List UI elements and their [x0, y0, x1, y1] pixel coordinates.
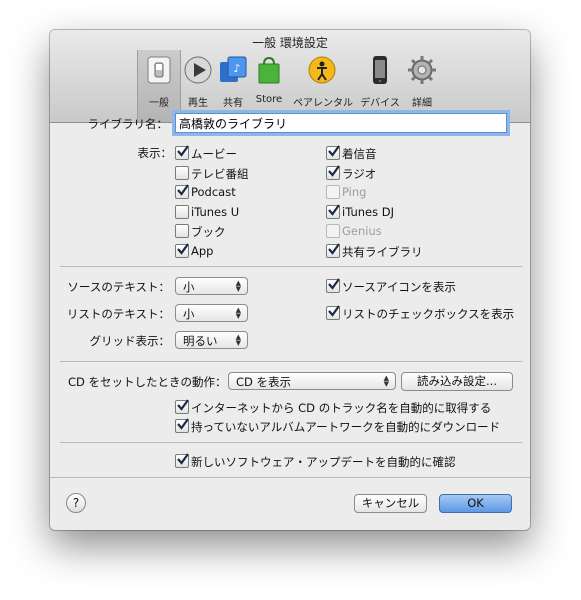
separator — [60, 361, 522, 362]
display-checkbox-label: App — [191, 243, 214, 258]
display-checkbox[interactable] — [175, 184, 189, 199]
checkmark-icon — [328, 145, 340, 157]
display-checkbox-label: 着信音 — [342, 147, 377, 161]
ok-button[interactable]: OK — [439, 494, 512, 513]
display-checkbox-label: ムービー — [191, 147, 237, 161]
checkmark-icon — [177, 184, 189, 196]
popup-arrows-icon: ▲ ▼ — [383, 374, 389, 388]
show-list-checkboxes-label: リストのチェックボックスを表示 — [342, 307, 515, 321]
window-title: 一般 環境設定 — [252, 36, 328, 50]
popup-arrows-icon: ▲ ▼ — [235, 306, 241, 320]
checkmark-icon — [328, 278, 340, 290]
tab-parental[interactable]: ペアレンタル — [293, 52, 353, 118]
display-checkbox-label: Podcast — [191, 185, 236, 199]
cd-action-popup[interactable]: CD を表示 ▲ ▼ — [228, 372, 396, 390]
source-text-value: 小 — [183, 280, 195, 294]
toolbar: 一般 環境設定 一般 再生 ♪ 共有 Store ペアレンタル デバイス 詳細 — [50, 30, 530, 123]
separator — [60, 266, 522, 267]
svg-text:♪: ♪ — [233, 62, 240, 75]
checkmark-icon — [177, 242, 189, 255]
checkmark-icon — [328, 242, 340, 255]
tab-store[interactable]: Store — [248, 52, 290, 118]
library-name-label: ライブラリ名： — [87, 117, 169, 131]
tab-advanced[interactable]: 詳細 — [401, 52, 443, 118]
parental-icon — [307, 55, 337, 85]
checkmark-icon — [328, 305, 340, 317]
store-bag-icon — [254, 55, 284, 85]
library-name-input[interactable] — [176, 114, 512, 132]
grid-popup[interactable]: 明るい ▲ ▼ — [175, 331, 248, 349]
display-checkbox[interactable] — [326, 203, 340, 219]
display-checkbox-label: 共有ライブラリ — [342, 244, 423, 259]
popup-arrows-icon: ▲ ▼ — [235, 279, 241, 293]
display-checkbox[interactable] — [326, 145, 340, 160]
display-checkbox[interactable] — [175, 165, 189, 180]
auto-track-names-label: インターネットから CD のトラック名を自動的に取得する — [191, 401, 492, 415]
checkmark-icon — [177, 418, 189, 430]
device-icon — [365, 55, 395, 85]
auto-update-label: 新しいソフトウェア・アップデートを自動的に確認 — [191, 455, 456, 469]
advanced-gear-icon — [407, 55, 437, 85]
cd-action-value: CD を表示 — [236, 375, 292, 389]
tab-store-label: Store — [255, 94, 283, 105]
display-checkbox-label: Ping — [342, 185, 367, 199]
playback-icon — [183, 55, 213, 85]
separator — [60, 442, 522, 443]
show-source-icons-label: ソースアイコンを表示 — [342, 280, 456, 294]
checkmark-icon — [177, 145, 189, 157]
display-checkbox — [326, 224, 340, 238]
separator — [50, 477, 530, 478]
checkmark-icon — [328, 164, 340, 177]
tab-advanced-label: 詳細 — [412, 98, 432, 109]
display-checkbox-label: ブック — [191, 225, 226, 239]
list-text-value: 小 — [183, 307, 195, 321]
list-text-label: リストのテキスト： — [66, 307, 170, 321]
grid-label: グリッド表示： — [89, 334, 171, 348]
cancel-button[interactable]: キャンセル — [354, 494, 427, 513]
source-text-popup[interactable]: 小 ▲ ▼ — [175, 277, 248, 295]
display-checkbox[interactable] — [175, 242, 189, 258]
show-source-icons-checkbox[interactable] — [326, 278, 340, 293]
tab-parental-label: ペアレンタル — [293, 98, 353, 109]
display-checkbox[interactable] — [326, 242, 340, 258]
display-checkbox-label: iTunes U — [191, 204, 240, 219]
sharing-icon: ♪ — [218, 55, 248, 85]
tab-general[interactable]: 一般 — [137, 50, 181, 122]
display-checkbox[interactable] — [326, 164, 340, 180]
auto-artwork-label: 持っていないアルバムアートワークを自動的にダウンロード — [191, 420, 501, 434]
cd-action-label: CD をセットしたときの動作： — [68, 375, 227, 389]
checkmark-icon — [177, 453, 189, 465]
display-label: 表示： — [137, 146, 173, 160]
preferences-window: 一般 環境設定 一般 再生 ♪ 共有 Store ペアレンタル デバイス 詳細 … — [50, 30, 530, 530]
checkmark-icon — [328, 203, 340, 216]
display-checkbox[interactable] — [175, 204, 189, 219]
list-text-popup[interactable]: 小 ▲ ▼ — [175, 304, 248, 322]
source-text-label: ソースのテキスト： — [67, 280, 170, 294]
display-checkbox-label: テレビ番組 — [191, 166, 249, 181]
library-name-field[interactable] — [175, 113, 512, 133]
popup-arrows-icon: ▲ ▼ — [235, 333, 241, 347]
display-checkbox — [326, 185, 340, 199]
display-checkbox[interactable] — [175, 224, 189, 238]
help-button[interactable]: ? — [66, 493, 86, 513]
checkmark-icon — [177, 399, 189, 411]
show-list-checkboxes-checkbox[interactable] — [326, 305, 340, 320]
auto-update-checkbox[interactable] — [175, 453, 189, 468]
display-checkbox-label: ラジオ — [342, 166, 377, 181]
display-checkbox-label: Genius — [342, 224, 382, 238]
general-switch-icon — [144, 55, 174, 85]
display-checkbox[interactable] — [175, 145, 189, 160]
auto-artwork-checkbox[interactable] — [175, 418, 189, 433]
grid-value: 明るい — [183, 334, 218, 348]
import-settings-button[interactable]: 読み込み設定... — [401, 372, 513, 391]
auto-track-names-checkbox[interactable] — [175, 399, 189, 414]
display-checkbox-label: iTunes DJ — [342, 204, 395, 219]
